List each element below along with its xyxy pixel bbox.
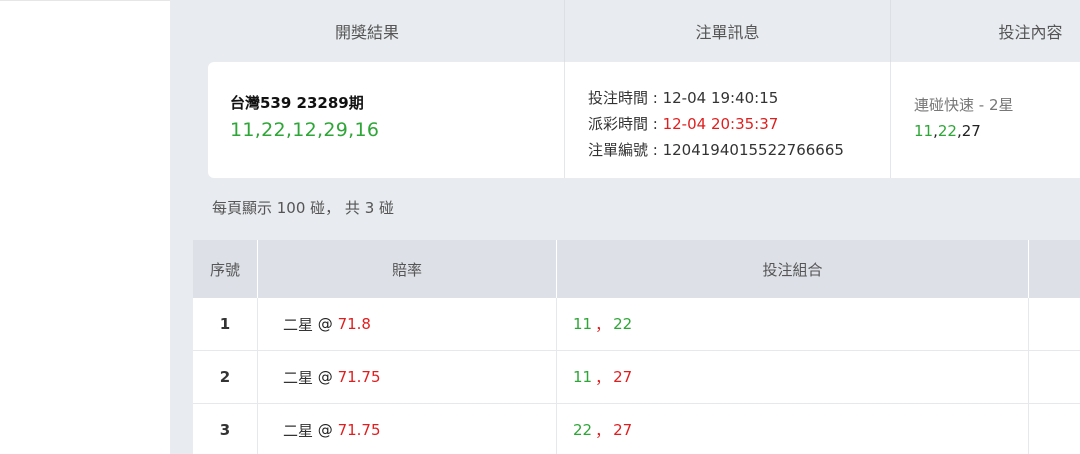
summary-header: 開獎結果 注單訊息 投注內容 xyxy=(170,0,1080,62)
bet-number-part: 22 xyxy=(937,122,957,140)
odds-at: @ xyxy=(317,315,333,333)
bet-table: 序號 賠率 投注組合 投 1 二星 @ 71.8 11，22 2 二星 @ 71… xyxy=(193,240,1080,454)
row-combo: 11， 27 xyxy=(557,351,1029,403)
header-draw-result: 開獎結果 xyxy=(170,0,565,62)
row-bet xyxy=(1029,298,1080,350)
row-index: 1 xyxy=(193,298,258,350)
payout-time-line: 派彩時間 : 12-04 20:35:37 xyxy=(588,111,890,137)
draw-result-cell: 台灣539 23289期 11,22,12,29,16 xyxy=(208,62,565,178)
payout-time-label: 派彩時間 : xyxy=(588,115,663,133)
order-info-cell: 投注時間 : 12-04 19:40:15 派彩時間 : 12-04 20:35… xyxy=(565,62,891,178)
row-bet xyxy=(1029,351,1080,403)
combo-number: 27 xyxy=(613,421,633,439)
th-bet: 投 xyxy=(1029,240,1080,298)
row-odds: 二星 @ 71.8 xyxy=(258,298,557,350)
page-info: 每頁顯示 100 碰， 共 3 碰 xyxy=(212,199,395,217)
bet-time-label: 投注時間 : xyxy=(588,89,663,107)
row-combo: 22， 27 xyxy=(557,404,1029,454)
odds-at: @ xyxy=(317,368,333,386)
bet-time-value: 12-04 19:40:15 xyxy=(662,89,779,107)
row-index: 2 xyxy=(193,351,258,403)
header-bet-content: 投注內容 xyxy=(998,23,1063,42)
combo-separator: ， xyxy=(595,315,611,334)
combo-separator: ， xyxy=(595,368,611,387)
odds-at: @ xyxy=(317,421,333,439)
odds-value: 71.75 xyxy=(337,421,381,439)
combo-number: 11 xyxy=(573,368,593,386)
payout-time-value: 12-04 20:35:37 xyxy=(662,115,779,133)
table-row: 2 二星 @ 71.75 11， 27 xyxy=(193,351,1080,404)
combo-number: 22 xyxy=(573,421,593,439)
th-odds: 賠率 xyxy=(258,240,557,298)
combo-separator: ， xyxy=(595,421,611,440)
bet-content-cell: 連碰快速 - 2星 11,22,27 xyxy=(891,62,1080,178)
combo-number: 27 xyxy=(613,368,633,386)
bet-time-line: 投注時間 : 12-04 19:40:15 xyxy=(588,85,890,111)
row-odds: 二星 @ 71.75 xyxy=(258,351,557,403)
order-no-label: 注單編號 : xyxy=(588,141,663,159)
table-row: 1 二星 @ 71.8 11， 22 xyxy=(193,298,1080,351)
row-combo: 11， 22 xyxy=(557,298,1029,350)
bet-type: 連碰快速 - 2星 xyxy=(914,96,1014,114)
draw-title: 台灣539 23289期 xyxy=(230,94,364,112)
table-row: 3 二星 @ 71.75 22， 27 xyxy=(193,404,1080,454)
th-combo: 投注組合 xyxy=(557,240,1029,298)
order-no-value: 1204194015522766665 xyxy=(662,141,844,159)
combo-number: 22 xyxy=(613,315,633,333)
left-blank-panel xyxy=(0,0,170,454)
odds-value: 71.8 xyxy=(337,315,371,333)
odds-label: 二星 xyxy=(283,421,314,440)
row-index: 3 xyxy=(193,404,258,454)
draw-numbers: 11,22,12,29,16 xyxy=(230,119,380,141)
bet-number-part: ,27 xyxy=(956,122,981,140)
odds-label: 二星 xyxy=(283,315,314,334)
odds-value: 71.75 xyxy=(337,368,381,386)
main-content: 開獎結果 注單訊息 投注內容 台灣539 23289期 11,22,12,29,… xyxy=(170,0,1080,454)
row-odds: 二星 @ 71.75 xyxy=(258,404,557,454)
odds-label: 二星 xyxy=(283,368,314,387)
table-header: 序號 賠率 投注組合 投 xyxy=(193,240,1080,298)
header-order-info: 注單訊息 xyxy=(565,0,891,62)
bet-number-part: 11 xyxy=(914,122,934,140)
row-bet xyxy=(1029,404,1080,454)
combo-number: 11 xyxy=(573,315,593,333)
summary-card: 台灣539 23289期 11,22,12,29,16 投注時間 : 12-04… xyxy=(208,62,1080,178)
order-no-line: 注單編號 : 1204194015522766665 xyxy=(588,137,890,163)
bet-numbers: 11,22,27 xyxy=(914,122,1080,140)
th-index: 序號 xyxy=(193,240,258,298)
